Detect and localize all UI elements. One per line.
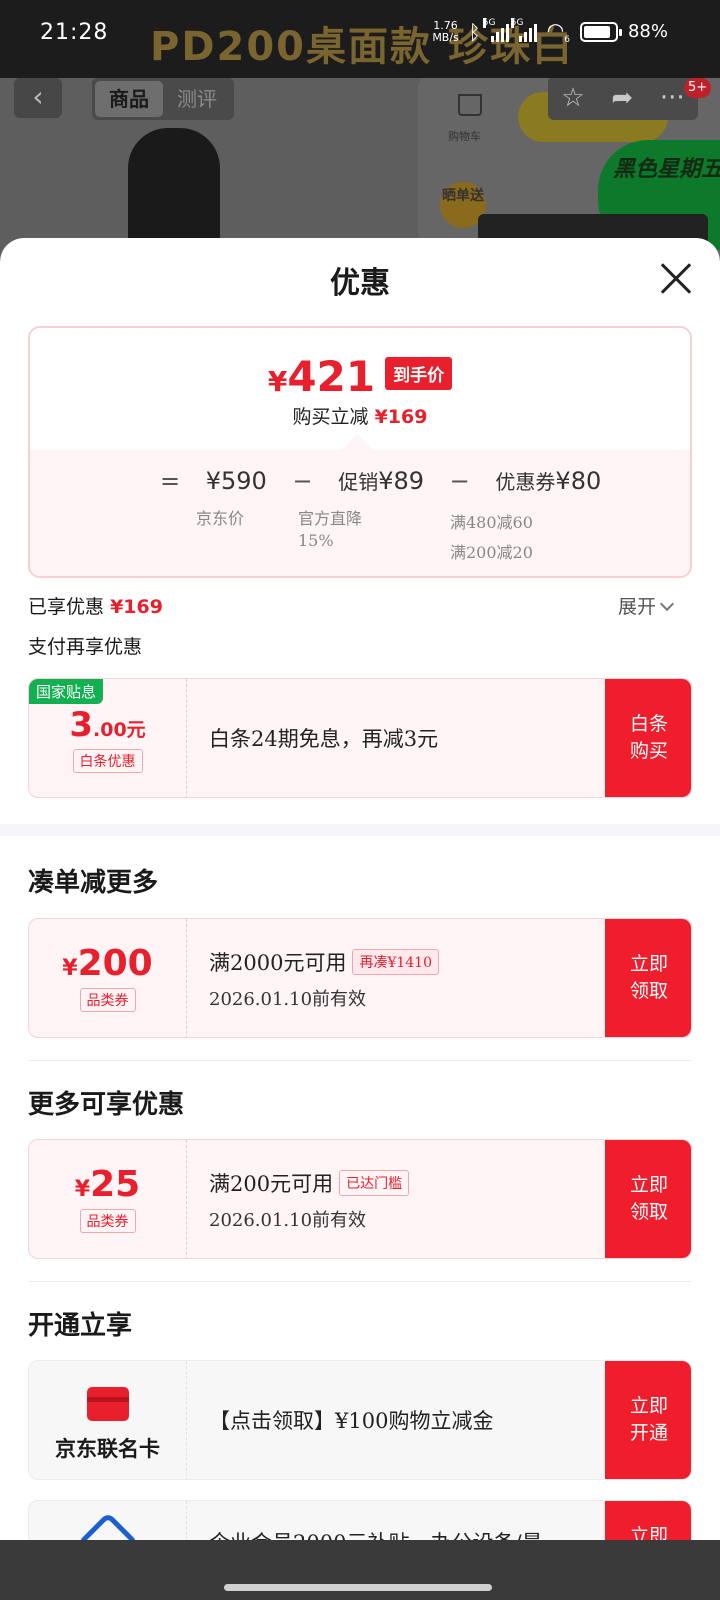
top-action-icons: ☆ ➦ ··· xyxy=(548,78,698,120)
enjoyed-discount: 已享优惠 ¥169 xyxy=(28,596,163,618)
claim-coupon-button[interactable]: 立即 领取 xyxy=(605,919,691,1037)
tab-switcher[interactable]: 商品 测评 xyxy=(92,78,234,120)
final-price: ¥421 到手价 xyxy=(30,352,690,401)
net-speed: 1.76 MB/s xyxy=(432,18,459,44)
product-page-dimmed: ‹ 商品 测评 购物车 晒单送 ☆ ➦ ··· 5+ 黑色星期五 xyxy=(0,78,720,258)
promo-desc: 官方直降 15% xyxy=(298,509,363,550)
status-bar: 21:28 PD200桌面款 珍珠白 1.76 MB/s ᛒ 5G 5G ◠6 … xyxy=(0,0,720,78)
more-icon[interactable]: ··· xyxy=(660,83,685,113)
jd-card-offer: 京东联名卡 【点击领取】¥100购物立减金 立即 开通 xyxy=(28,1360,692,1480)
baitiao-tag: 白条优惠 xyxy=(72,749,143,773)
tab-product[interactable]: 商品 xyxy=(95,81,163,117)
star-icon[interactable]: ☆ xyxy=(561,83,584,113)
open-card-button[interactable]: 立即 开通 xyxy=(605,1361,691,1479)
baitiao-desc: 白条24期免息，再减3元 xyxy=(209,727,439,751)
jd-card-desc: 【点击领取】¥100购物立减金 xyxy=(209,1409,494,1433)
jd-price: ¥590 xyxy=(205,467,267,495)
baitiao-buy-button[interactable]: 白条 购买 xyxy=(605,679,691,797)
expand-toggle[interactable]: 展开 xyxy=(618,592,675,619)
coupon-condition: 满200元可用 已达门槛 xyxy=(209,1168,410,1198)
sheet-title: 优惠 xyxy=(330,266,390,301)
jd-price-label: 京东价 xyxy=(196,509,245,528)
section-title-enjoy: 更多可享优惠 xyxy=(28,1090,185,1120)
status-time: 21:28 xyxy=(40,20,109,45)
gesture-bar xyxy=(0,1540,720,1600)
coupon-type-tag: 品类券 xyxy=(79,988,136,1012)
promo-discount: 促销¥89 xyxy=(338,467,425,495)
home-indicator[interactable] xyxy=(224,1584,492,1591)
final-price-badge: 到手价 xyxy=(385,357,453,390)
signal-icon: 5G xyxy=(482,17,509,42)
bluetooth-icon: ᛒ xyxy=(468,19,481,44)
price-breakdown: ¥421 到手价 购买立减 ¥169 = ¥590 − 促销¥89 − 优惠券¥8… xyxy=(28,326,692,578)
coupon-validity: 2026.01.10前有效 xyxy=(209,989,367,1010)
section-title-more: 凑单减更多 xyxy=(28,868,159,898)
signal-icon-2: 5G xyxy=(510,17,537,42)
gov-subsidy-badge: 国家贴息 xyxy=(29,679,104,704)
coupon-discount: 优惠券¥80 xyxy=(495,467,602,495)
share-icon[interactable]: ➦ xyxy=(611,83,633,113)
coupon-status-pill: 再凑¥1410 xyxy=(352,949,439,975)
coupon-status-pill: 已达门槛 xyxy=(339,1170,410,1196)
coupon-validity: 2026.01.10前有效 xyxy=(209,1210,367,1231)
coupon-condition: 满2000元可用 再凑¥1410 xyxy=(209,947,439,977)
coupon-card: ¥200 品类券 满2000元可用 再凑¥1410 2026.01.10前有效 立… xyxy=(28,918,692,1038)
price-formula: = ¥590 − 促销¥89 − 优惠券¥80 xyxy=(160,467,602,495)
battery-icon xyxy=(579,21,622,42)
chevron-down-icon xyxy=(659,596,675,612)
coupon-type-tag: 品类券 xyxy=(79,1209,136,1233)
coupon-card: ¥25 品类券 满200元可用 已达门槛 2026.01.10前有效 立即 领取 xyxy=(28,1139,692,1259)
cart-label: 购物车 xyxy=(448,130,481,143)
pay-more-label: 支付再享优惠 xyxy=(28,636,143,658)
back-button[interactable]: ‹ xyxy=(14,78,62,118)
close-icon[interactable] xyxy=(660,262,692,294)
notification-badge: 5+ xyxy=(684,78,712,98)
baitiao-offer: 3.00元 白条优惠 国家贴息 白条24期免息，再减3元 白条 购买 xyxy=(28,678,692,798)
reduce-line: 购买立减 ¥169 xyxy=(292,406,428,428)
jd-card-name: 京东联名卡 xyxy=(55,1436,160,1461)
section-title-open: 开通立享 xyxy=(28,1311,133,1341)
wifi-icon: ◠6 xyxy=(546,18,570,45)
battery-percent: 88% xyxy=(627,21,668,42)
tab-review[interactable]: 测评 xyxy=(163,81,231,117)
credit-card-icon xyxy=(86,1387,129,1421)
claim-coupon-button[interactable]: 立即 领取 xyxy=(605,1140,691,1258)
discount-sheet: 优惠 ¥421 到手价 购买立减 ¥169 = ¥590 − 促销¥89 − 优惠… xyxy=(0,238,720,1590)
cart-icon[interactable] xyxy=(458,94,482,116)
coupon-rules: 满480减60 满200减20 xyxy=(450,513,533,562)
status-icons: 1.76 MB/s ᛒ 5G 5G ◠6 88% xyxy=(432,17,668,45)
